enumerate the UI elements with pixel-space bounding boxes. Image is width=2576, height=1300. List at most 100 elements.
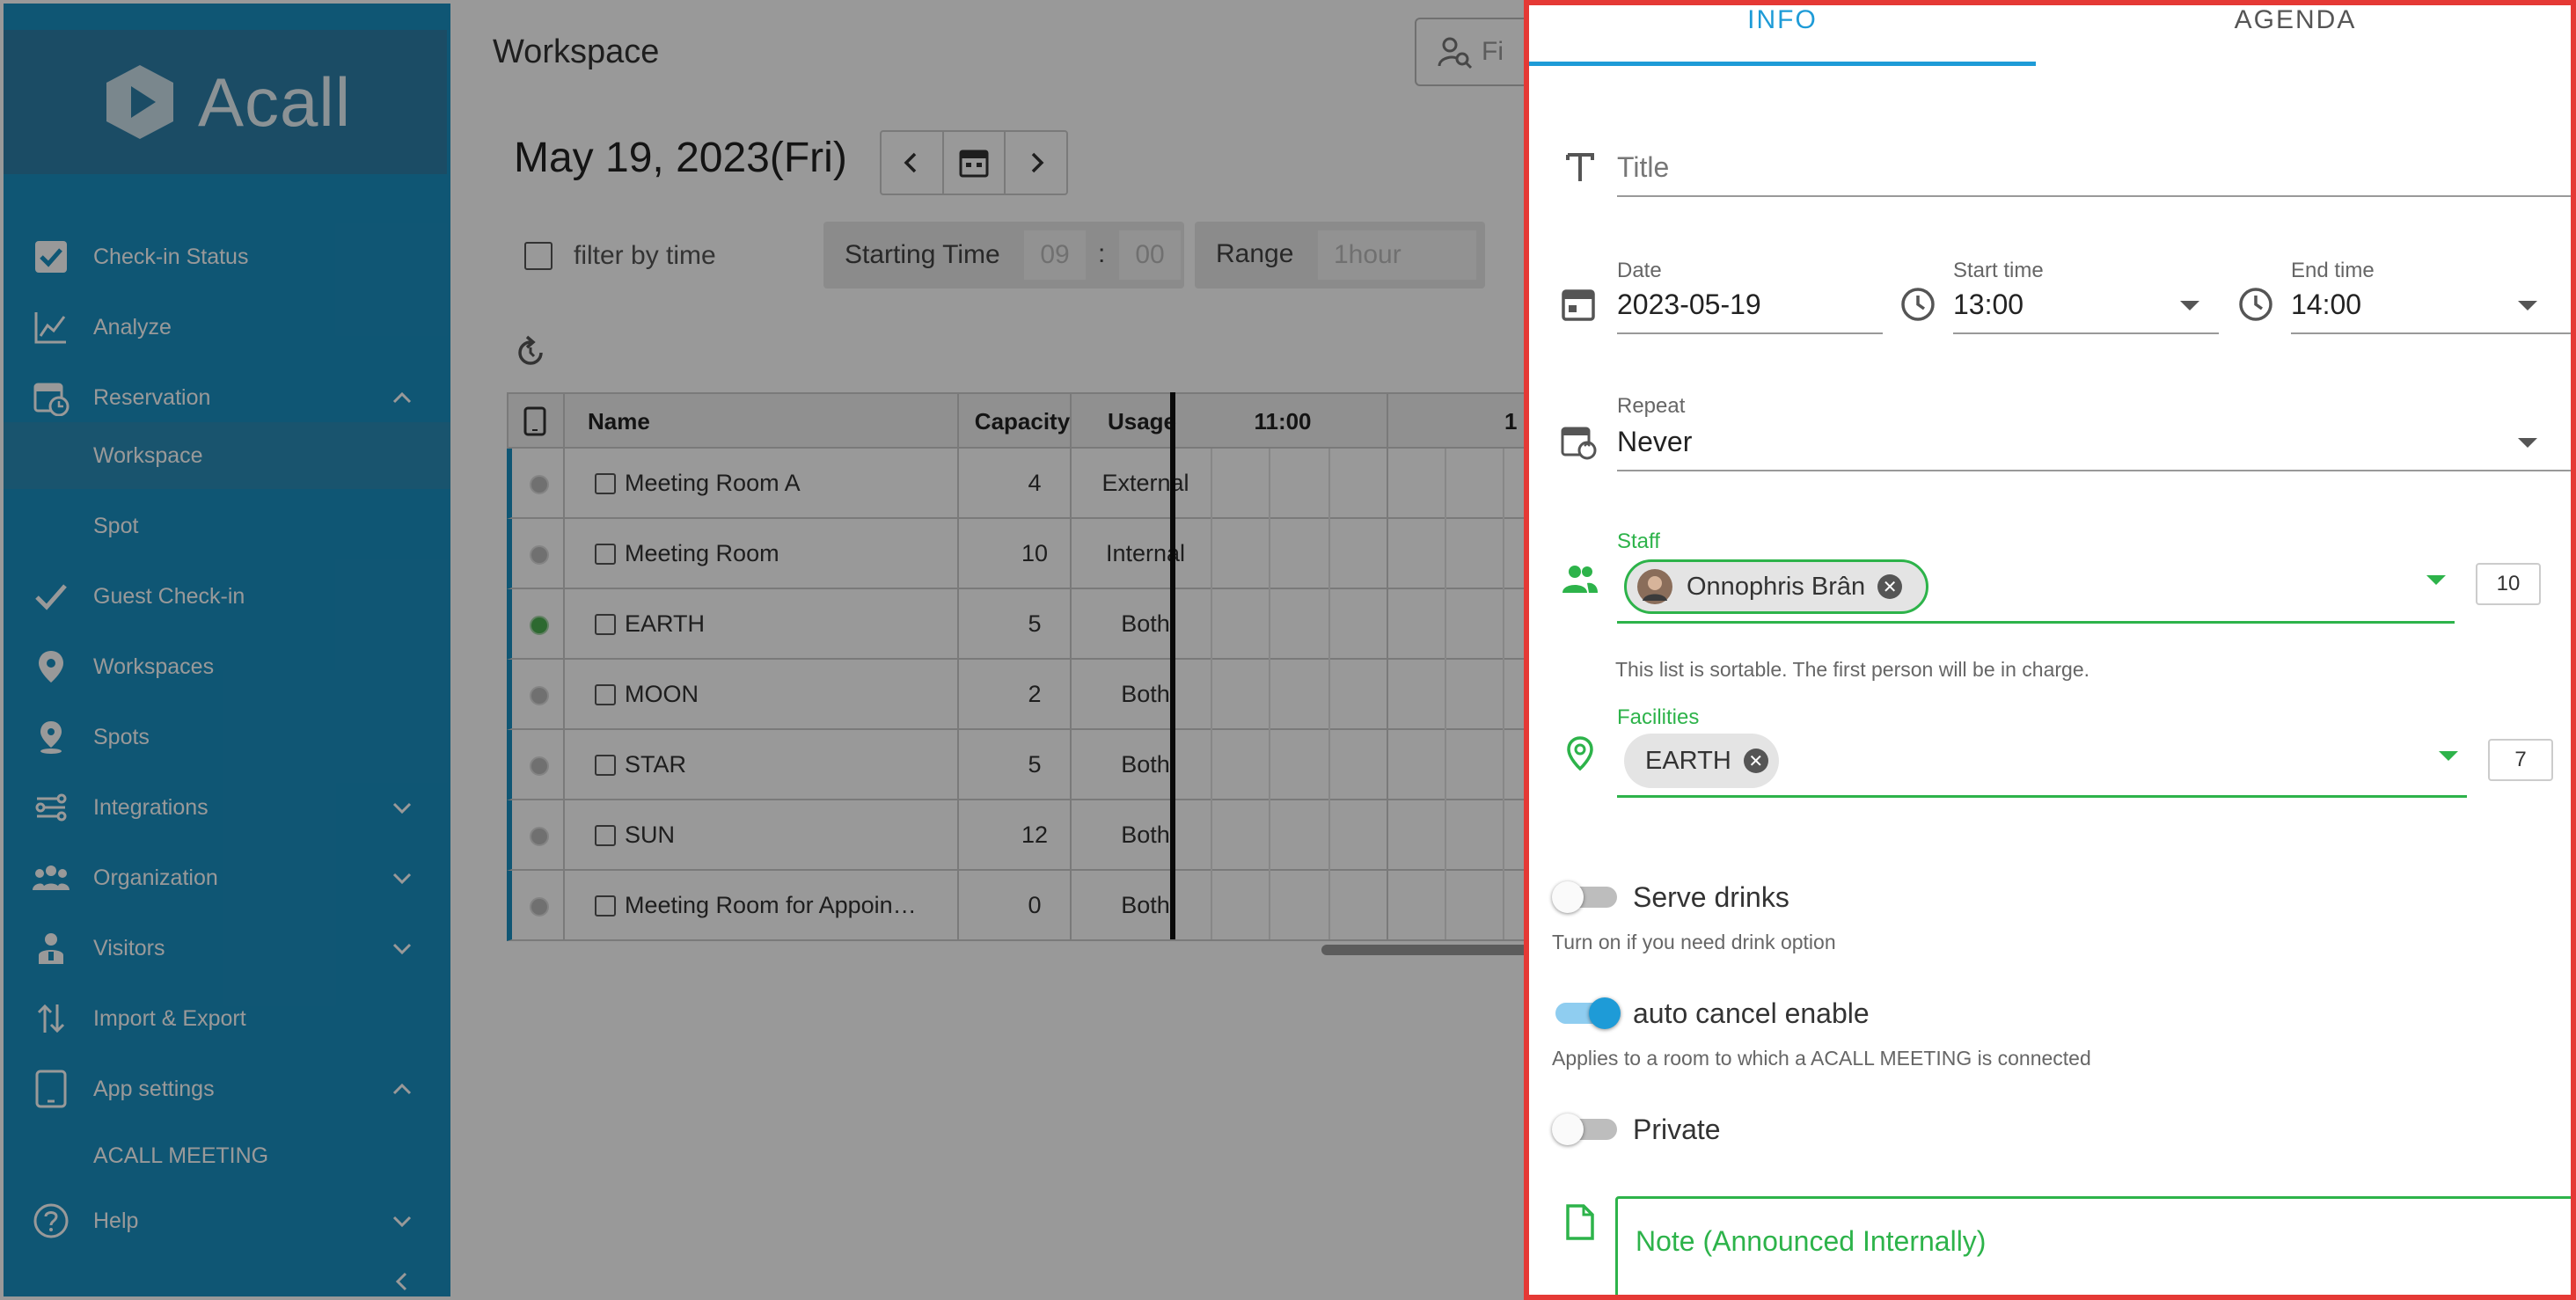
range-select[interactable]: 1hour	[1318, 230, 1476, 280]
note-textarea[interactable]: Note (Announced Internally)	[1615, 1196, 2571, 1295]
column-header-name[interactable]: Name	[588, 408, 650, 435]
page-title: Workspace	[493, 33, 660, 70]
search-placeholder: Fi	[1482, 37, 1504, 66]
refresh-icon[interactable]	[512, 334, 549, 371]
dropdown-arrow-icon[interactable]	[2518, 301, 2537, 310]
row-checkbox[interactable]	[595, 825, 616, 846]
chevron-up-icon[interactable]	[391, 386, 413, 409]
row-checkbox[interactable]	[595, 544, 616, 565]
calendar-button[interactable]	[944, 132, 1006, 194]
sidebar-item-label: Visitors	[93, 935, 165, 960]
chevron-down-icon[interactable]	[391, 1209, 413, 1232]
staff-underline	[1617, 621, 2455, 624]
sidebar-item-help[interactable]: Help	[4, 1187, 450, 1254]
starting-time-field: Starting Time 09 : 00	[823, 222, 1184, 288]
sidebar-item-label: Spot	[93, 513, 139, 538]
repeat-select[interactable]: Never	[1617, 426, 1692, 458]
table-row[interactable]: SUN 12 Both	[507, 800, 1536, 871]
range-label: Range	[1216, 239, 1294, 268]
serve-drinks-toggle[interactable]	[1552, 881, 1617, 913]
room-name: STAR	[625, 751, 687, 778]
auto-cancel-hint: Applies to a room to which a ACALL MEETI…	[1552, 1047, 2091, 1070]
private-toggle[interactable]	[1552, 1114, 1617, 1145]
prev-day-button[interactable]	[882, 132, 944, 194]
column-header-time-next: 1	[1504, 408, 1518, 435]
sidebar-item-app-settings[interactable]: App settings	[4, 1055, 450, 1122]
calendar-clock-icon	[32, 378, 70, 417]
room-usage: Both	[1121, 610, 1170, 637]
next-day-button[interactable]	[1006, 132, 1066, 194]
dropdown-arrow-icon[interactable]	[2426, 575, 2446, 585]
current-time-indicator	[1170, 392, 1175, 939]
auto-cancel-toggle[interactable]	[1552, 997, 1621, 1029]
column-header-capacity[interactable]: Capacity	[957, 408, 1087, 435]
title-input[interactable]: Title	[1617, 151, 1669, 184]
sidebar-item-organization[interactable]: Organization	[4, 844, 450, 911]
horizontal-scrollbar[interactable]	[1321, 945, 1541, 955]
toggle-knob	[1589, 997, 1621, 1029]
start-time-select[interactable]: 13:00	[1953, 288, 2023, 321]
sidebar-item-import-export[interactable]: Import & Export	[4, 985, 450, 1052]
checkmark-icon	[32, 577, 70, 616]
tab-info[interactable]: INFO	[1529, 5, 2036, 66]
table-row[interactable]: STAR 5 Both	[507, 730, 1536, 800]
dropdown-arrow-icon[interactable]	[2180, 301, 2199, 310]
chevron-down-icon[interactable]	[391, 796, 413, 819]
sidebar-item-reservation[interactable]: Reservation	[4, 364, 450, 431]
collapse-sidebar-icon[interactable]	[391, 1270, 413, 1293]
dropdown-arrow-icon[interactable]	[2518, 438, 2537, 448]
sidebar-item-visitors[interactable]: Visitors	[4, 915, 450, 982]
chevron-down-icon[interactable]	[391, 866, 413, 889]
sidebar-item-acall-meeting[interactable]: ACALL MEETING	[4, 1122, 450, 1189]
import-export-icon	[32, 999, 70, 1038]
table-row[interactable]: MOON 2 Both	[507, 660, 1536, 730]
remove-staff-icon[interactable]: ✕	[1877, 574, 1903, 599]
start-time-underline	[1953, 332, 2219, 334]
row-checkbox[interactable]	[595, 895, 616, 917]
calendar-icon	[1562, 289, 1595, 321]
remove-facility-icon[interactable]: ✕	[1743, 749, 1768, 773]
table-row[interactable]: Meeting Room A 4 External	[507, 449, 1536, 519]
sidebar-item-workspaces[interactable]: Workspaces	[4, 633, 450, 700]
filter-by-time[interactable]: filter by time	[524, 241, 716, 271]
row-checkbox[interactable]	[595, 755, 616, 776]
staff-hint: This list is sortable. The first person …	[1615, 658, 2090, 681]
brand-logo[interactable]: Acall	[4, 30, 447, 174]
dropdown-arrow-icon[interactable]	[2439, 751, 2458, 761]
row-checkbox[interactable]	[595, 684, 616, 705]
room-name: Meeting Room for Appoin…	[625, 892, 917, 918]
facility-chip[interactable]: EARTH ✕	[1624, 734, 1779, 788]
sidebar-item-label: Workspaces	[93, 654, 215, 679]
table-row[interactable]: Meeting Room 10 Internal	[507, 519, 1536, 589]
minute-input[interactable]: 00	[1119, 230, 1181, 280]
sidebar-item-workspace[interactable]: Workspace	[4, 422, 450, 489]
sidebar-item-spots[interactable]: Spots	[4, 704, 450, 771]
room-capacity: 4	[1028, 470, 1042, 496]
date-input[interactable]: 2023-05-19	[1617, 288, 1761, 321]
chevron-down-icon[interactable]	[391, 937, 413, 960]
sidebar-item-integrations[interactable]: Integrations	[4, 774, 450, 841]
table-row[interactable]: EARTH 5 Both	[507, 589, 1536, 660]
end-time-select[interactable]: 14:00	[2291, 288, 2361, 321]
row-checkbox[interactable]	[595, 614, 616, 635]
table-row[interactable]: Meeting Room for Appoin… 0 Both	[507, 871, 1536, 941]
search-input[interactable]: Fi	[1415, 18, 1529, 86]
sidebar-item-check-in-status[interactable]: Check-in Status	[4, 223, 450, 290]
row-checkbox[interactable]	[595, 473, 616, 494]
chevron-up-icon[interactable]	[391, 1077, 413, 1100]
room-name: MOON	[625, 681, 699, 707]
timeline-gridline	[1211, 449, 1212, 939]
sidebar-item-spot[interactable]: Spot	[4, 493, 450, 559]
sidebar-item-analyze[interactable]: Analyze	[4, 294, 450, 361]
tablet-icon	[32, 1070, 70, 1108]
tab-agenda[interactable]: AGENDA	[2036, 5, 2555, 62]
hour-input[interactable]: 09	[1024, 230, 1086, 280]
facility-chip-label: EARTH	[1645, 746, 1731, 775]
column-header-usage[interactable]: Usage	[1087, 408, 1197, 435]
filter-by-time-checkbox[interactable]	[524, 242, 553, 270]
sidebar-item-guest-check-in[interactable]: Guest Check-in	[4, 563, 450, 630]
pin-icon	[32, 718, 70, 756]
staff-chip[interactable]: Onnophris Brân ✕	[1624, 559, 1928, 614]
room-usage: Both	[1121, 822, 1170, 848]
sidebar: Acall Check-in Status Analyze Reservatio…	[4, 4, 450, 1296]
